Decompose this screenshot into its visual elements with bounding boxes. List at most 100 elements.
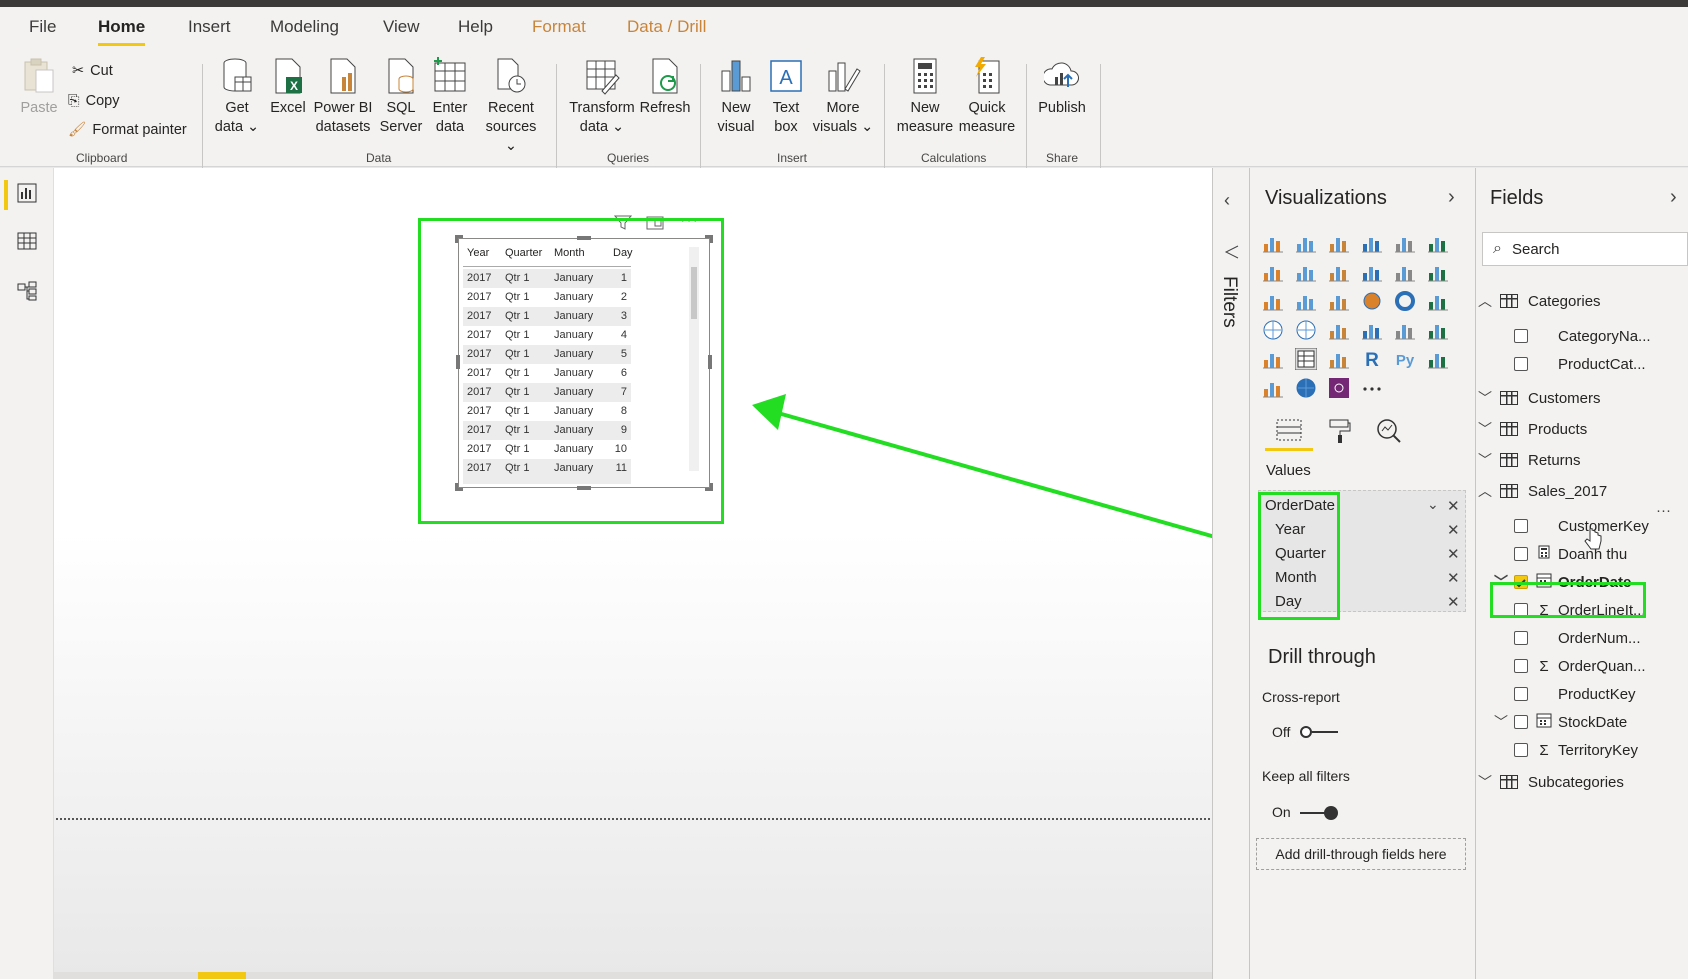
table-icon — [1500, 775, 1518, 789]
field-checkbox[interactable] — [1514, 631, 1528, 645]
svg-text:Py: Py — [1396, 352, 1415, 369]
multirow-card-icon[interactable] — [1394, 319, 1416, 341]
field-name: OrderQuan... — [1558, 657, 1646, 675]
field-name: TerritoryKey — [1558, 741, 1639, 759]
table-name: Customers — [1528, 389, 1601, 407]
stacked-column-icon[interactable] — [1295, 232, 1317, 254]
remove-quarter-icon[interactable]: ✕ — [1447, 545, 1460, 563]
100-column-icon[interactable] — [1427, 232, 1449, 254]
chevron-down-icon[interactable]: ﹀ — [1478, 450, 1492, 470]
100-bar-icon[interactable] — [1394, 232, 1416, 254]
field-checkbox[interactable] — [1514, 659, 1528, 673]
field-item-doanh-thu[interactable]: Doanh thu — [1476, 543, 1688, 565]
highlight-orderdate-box — [1490, 582, 1646, 618]
chevron-up-icon[interactable]: ︿ — [1478, 291, 1492, 311]
field-checkbox[interactable] — [1514, 715, 1528, 729]
line-chart-icon[interactable] — [1262, 261, 1284, 283]
chevron-down-icon[interactable]: ﹀ — [1478, 772, 1492, 792]
field-checkbox[interactable] — [1514, 743, 1528, 757]
pie-icon[interactable] — [1361, 290, 1383, 312]
field-table-customers[interactable]: ﹀ Customers — [1476, 387, 1688, 409]
treemap-icon[interactable] — [1427, 290, 1449, 312]
field-checkbox[interactable] — [1514, 519, 1528, 533]
chevron-up-icon[interactable]: ︿ — [1478, 481, 1492, 501]
sigma-icon: Σ — [1539, 741, 1549, 759]
fields-collapse-icon[interactable]: › — [1670, 186, 1677, 209]
clustered-column-icon[interactable] — [1361, 232, 1383, 254]
field-table-returns[interactable]: ﹀ Returns — [1476, 449, 1688, 471]
kpi-icon[interactable] — [1427, 319, 1449, 341]
filters-label[interactable]: Filters — [1218, 276, 1240, 328]
remove-month-icon[interactable]: ✕ — [1447, 569, 1460, 587]
chevron-down-icon[interactable]: ﹀ — [1494, 712, 1508, 732]
stacked-area-icon[interactable] — [1328, 261, 1350, 283]
cross-report-label: Cross-report — [1262, 689, 1340, 705]
slicer-icon[interactable] — [1262, 348, 1284, 370]
table-name: Sales_2017 — [1528, 482, 1608, 500]
field-table-subcategories[interactable]: ﹀ Subcategories — [1476, 771, 1688, 793]
field-item-territorykey[interactable]: Σ TerritoryKey — [1476, 739, 1688, 761]
stacked-bar-icon[interactable] — [1262, 232, 1284, 254]
analytics-icon[interactable] — [1376, 418, 1402, 449]
fields-title: Fields — [1490, 187, 1544, 209]
field-table-categories[interactable]: ︿ Categories — [1476, 290, 1688, 312]
funnel-icon[interactable] — [1295, 290, 1317, 312]
chevron-down-icon[interactable]: ⌄ — [1427, 496, 1439, 513]
chevron-down-icon[interactable]: ﹀ — [1478, 388, 1492, 408]
powerapps-icon[interactable] — [1328, 377, 1350, 399]
field-more-options-icon[interactable]: ··· — [1656, 502, 1671, 519]
more-visuals-ellipsis-icon[interactable] — [1361, 377, 1383, 399]
ribbon-chart-icon[interactable] — [1427, 261, 1449, 283]
keep-filters-toggle[interactable] — [1300, 806, 1338, 820]
field-item-ordernumber[interactable]: OrderNum... — [1476, 627, 1688, 649]
visualizations-title: Visualizations — [1265, 187, 1387, 209]
table-icon[interactable] — [1294, 347, 1318, 371]
remove-day-icon[interactable]: ✕ — [1447, 593, 1460, 611]
search-input[interactable]: Search — [1512, 241, 1560, 258]
matrix-icon[interactable] — [1328, 348, 1350, 370]
chevron-down-icon[interactable]: ﹀ — [1478, 419, 1492, 439]
filled-map-icon[interactable] — [1295, 319, 1317, 341]
waterfall-icon[interactable] — [1262, 290, 1284, 312]
field-item-categoryname[interactable]: CategoryNa... — [1476, 325, 1688, 347]
cross-report-state: Off — [1272, 724, 1291, 740]
field-checkbox[interactable] — [1514, 357, 1528, 371]
visual-type-gallery: R Py — [1258, 232, 1468, 404]
map-icon[interactable] — [1262, 319, 1284, 341]
r-visual-icon[interactable]: R — [1361, 348, 1383, 371]
field-name: CategoryNa... — [1558, 327, 1651, 345]
gauge-icon[interactable] — [1328, 319, 1350, 341]
remove-orderdate-icon[interactable]: ✕ — [1447, 497, 1460, 515]
add-drill-through-well[interactable]: Add drill-through fields here — [1256, 838, 1466, 870]
key-influencers-icon[interactable] — [1427, 348, 1449, 370]
collapse-right-icon[interactable]: › — [1448, 186, 1455, 209]
field-item-productkey[interactable]: ProductKey — [1476, 683, 1688, 705]
table-name: Returns — [1528, 451, 1581, 469]
python-visual-icon[interactable]: Py — [1394, 348, 1416, 370]
field-table-products[interactable]: ﹀ Products — [1476, 418, 1688, 440]
clustered-bar-icon[interactable] — [1328, 232, 1350, 254]
card-icon[interactable] — [1361, 319, 1383, 341]
scatter-icon[interactable] — [1328, 290, 1350, 312]
field-item-productcategory[interactable]: ProductCat... — [1476, 353, 1688, 375]
arcgis-icon[interactable] — [1295, 377, 1317, 399]
donut-icon[interactable] — [1394, 290, 1416, 312]
remove-year-icon[interactable]: ✕ — [1447, 521, 1460, 539]
field-checkbox[interactable] — [1514, 329, 1528, 343]
qa-icon[interactable] — [1262, 377, 1284, 399]
field-checkbox[interactable] — [1514, 687, 1528, 701]
area-chart-icon[interactable] — [1295, 261, 1317, 283]
line-column-icon[interactable] — [1361, 261, 1383, 283]
fields-tab-icon[interactable] — [1275, 418, 1303, 447]
paint-roller-icon[interactable] — [1328, 418, 1352, 449]
field-item-orderquantity[interactable]: Σ OrderQuan... — [1476, 655, 1688, 677]
fields-search-box[interactable]: ⌕ Search — [1482, 232, 1688, 266]
cross-report-toggle[interactable] — [1300, 726, 1338, 738]
collapse-left-icon[interactable]: ‹ — [1224, 190, 1230, 211]
table-name: Products — [1528, 420, 1588, 438]
line-clustered-icon[interactable] — [1394, 261, 1416, 283]
field-table-sales_2017[interactable]: ︿ Sales_2017 — [1476, 480, 1688, 502]
field-checkbox[interactable] — [1514, 547, 1528, 561]
field-item-stockdate[interactable]: ﹀ StockDate — [1476, 711, 1688, 733]
active-pane-tab-indicator — [1265, 448, 1313, 451]
